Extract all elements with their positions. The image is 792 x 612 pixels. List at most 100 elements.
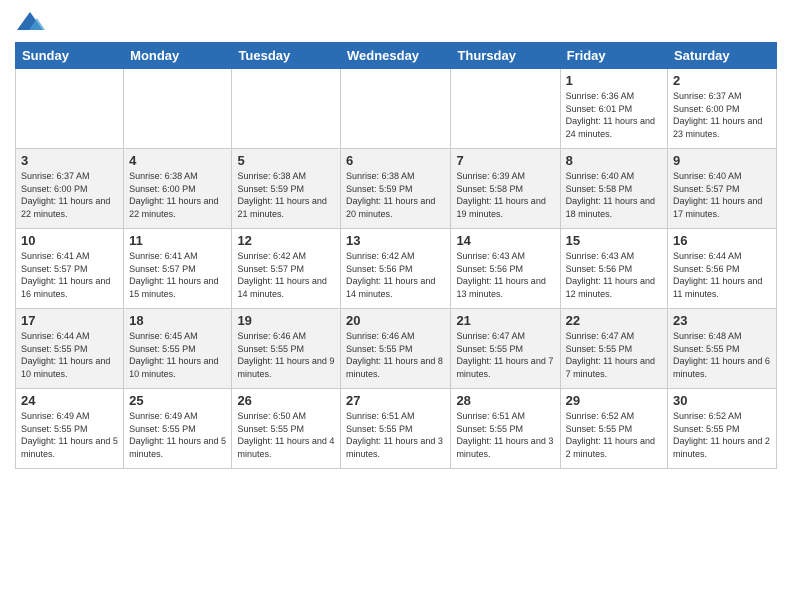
day-info: Sunrise: 6:45 AM Sunset: 5:55 PM Dayligh…	[129, 330, 226, 380]
calendar-cell: 24 Sunrise: 6:49 AM Sunset: 5:55 PM Dayli…	[16, 389, 124, 469]
calendar-cell: 27 Sunrise: 6:51 AM Sunset: 5:55 PM Dayli…	[341, 389, 451, 469]
day-info: Sunrise: 6:38 AM Sunset: 6:00 PM Dayligh…	[129, 170, 226, 220]
day-number: 30	[673, 393, 771, 408]
calendar-header-row: SundayMondayTuesdayWednesdayThursdayFrid…	[16, 43, 777, 69]
calendar-cell: 7 Sunrise: 6:39 AM Sunset: 5:58 PM Daylig…	[451, 149, 560, 229]
calendar-cell: 26 Sunrise: 6:50 AM Sunset: 5:55 PM Dayli…	[232, 389, 341, 469]
day-of-week-header: Friday	[560, 43, 667, 69]
day-number: 5	[237, 153, 335, 168]
day-number: 24	[21, 393, 118, 408]
day-info: Sunrise: 6:49 AM Sunset: 5:55 PM Dayligh…	[129, 410, 226, 460]
day-number: 9	[673, 153, 771, 168]
calendar-cell: 11 Sunrise: 6:41 AM Sunset: 5:57 PM Dayli…	[124, 229, 232, 309]
day-of-week-header: Sunday	[16, 43, 124, 69]
day-info: Sunrise: 6:50 AM Sunset: 5:55 PM Dayligh…	[237, 410, 335, 460]
day-of-week-header: Monday	[124, 43, 232, 69]
day-number: 23	[673, 313, 771, 328]
calendar-week-row: 17 Sunrise: 6:44 AM Sunset: 5:55 PM Dayli…	[16, 309, 777, 389]
day-number: 7	[456, 153, 554, 168]
day-info: Sunrise: 6:42 AM Sunset: 5:56 PM Dayligh…	[346, 250, 445, 300]
calendar-cell: 8 Sunrise: 6:40 AM Sunset: 5:58 PM Daylig…	[560, 149, 667, 229]
day-number: 6	[346, 153, 445, 168]
day-number: 10	[21, 233, 118, 248]
day-info: Sunrise: 6:52 AM Sunset: 5:55 PM Dayligh…	[673, 410, 771, 460]
calendar-cell: 28 Sunrise: 6:51 AM Sunset: 5:55 PM Dayli…	[451, 389, 560, 469]
calendar-cell: 22 Sunrise: 6:47 AM Sunset: 5:55 PM Dayli…	[560, 309, 667, 389]
day-number: 22	[566, 313, 662, 328]
day-info: Sunrise: 6:46 AM Sunset: 5:55 PM Dayligh…	[237, 330, 335, 380]
day-info: Sunrise: 6:52 AM Sunset: 5:55 PM Dayligh…	[566, 410, 662, 460]
day-info: Sunrise: 6:36 AM Sunset: 6:01 PM Dayligh…	[566, 90, 662, 140]
calendar-cell	[232, 69, 341, 149]
calendar-week-row: 24 Sunrise: 6:49 AM Sunset: 5:55 PM Dayli…	[16, 389, 777, 469]
calendar-week-row: 3Sunrise: 6:37 AM Sunset: 6:00 PM Daylig…	[16, 149, 777, 229]
calendar-week-row: 1 Sunrise: 6:36 AM Sunset: 6:01 PM Daylig…	[16, 69, 777, 149]
calendar-cell: 30 Sunrise: 6:52 AM Sunset: 5:55 PM Dayli…	[668, 389, 777, 469]
calendar-cell	[451, 69, 560, 149]
day-of-week-header: Wednesday	[341, 43, 451, 69]
calendar-cell: 20Sunrise: 6:46 AM Sunset: 5:55 PM Dayli…	[341, 309, 451, 389]
day-info: Sunrise: 6:39 AM Sunset: 5:58 PM Dayligh…	[456, 170, 554, 220]
day-number: 14	[456, 233, 554, 248]
day-info: Sunrise: 6:48 AM Sunset: 5:55 PM Dayligh…	[673, 330, 771, 380]
calendar-cell: 14 Sunrise: 6:43 AM Sunset: 5:56 PM Dayli…	[451, 229, 560, 309]
day-number: 3	[21, 153, 118, 168]
day-info: Sunrise: 6:43 AM Sunset: 5:56 PM Dayligh…	[456, 250, 554, 300]
day-info: Sunrise: 6:49 AM Sunset: 5:55 PM Dayligh…	[21, 410, 118, 460]
day-number: 4	[129, 153, 226, 168]
day-info: Sunrise: 6:47 AM Sunset: 5:55 PM Dayligh…	[566, 330, 662, 380]
day-of-week-header: Thursday	[451, 43, 560, 69]
day-number: 25	[129, 393, 226, 408]
day-number: 12	[237, 233, 335, 248]
day-info: Sunrise: 6:44 AM Sunset: 5:56 PM Dayligh…	[673, 250, 771, 300]
day-number: 8	[566, 153, 662, 168]
calendar-cell: 6Sunrise: 6:38 AM Sunset: 5:59 PM Daylig…	[341, 149, 451, 229]
calendar-cell: 15Sunrise: 6:43 AM Sunset: 5:56 PM Dayli…	[560, 229, 667, 309]
day-of-week-header: Saturday	[668, 43, 777, 69]
day-number: 21	[456, 313, 554, 328]
calendar-cell: 18 Sunrise: 6:45 AM Sunset: 5:55 PM Dayli…	[124, 309, 232, 389]
day-info: Sunrise: 6:51 AM Sunset: 5:55 PM Dayligh…	[346, 410, 445, 460]
day-info: Sunrise: 6:42 AM Sunset: 5:57 PM Dayligh…	[237, 250, 335, 300]
day-info: Sunrise: 6:47 AM Sunset: 5:55 PM Dayligh…	[456, 330, 554, 380]
day-number: 16	[673, 233, 771, 248]
calendar-table: SundayMondayTuesdayWednesdayThursdayFrid…	[15, 42, 777, 469]
calendar-cell: 1 Sunrise: 6:36 AM Sunset: 6:01 PM Daylig…	[560, 69, 667, 149]
day-info: Sunrise: 6:41 AM Sunset: 5:57 PM Dayligh…	[21, 250, 118, 300]
calendar-cell: 12 Sunrise: 6:42 AM Sunset: 5:57 PM Dayli…	[232, 229, 341, 309]
day-number: 1	[566, 73, 662, 88]
calendar-week-row: 10 Sunrise: 6:41 AM Sunset: 5:57 PM Dayli…	[16, 229, 777, 309]
calendar-cell: 4 Sunrise: 6:38 AM Sunset: 6:00 PM Daylig…	[124, 149, 232, 229]
calendar-cell	[16, 69, 124, 149]
day-of-week-header: Tuesday	[232, 43, 341, 69]
day-number: 27	[346, 393, 445, 408]
day-number: 29	[566, 393, 662, 408]
day-number: 13	[346, 233, 445, 248]
day-info: Sunrise: 6:37 AM Sunset: 6:00 PM Dayligh…	[673, 90, 771, 140]
day-number: 11	[129, 233, 226, 248]
day-number: 17	[21, 313, 118, 328]
day-number: 2	[673, 73, 771, 88]
day-info: Sunrise: 6:44 AM Sunset: 5:55 PM Dayligh…	[21, 330, 118, 380]
calendar-cell: 9Sunrise: 6:40 AM Sunset: 5:57 PM Daylig…	[668, 149, 777, 229]
calendar-cell: 29 Sunrise: 6:52 AM Sunset: 5:55 PM Dayli…	[560, 389, 667, 469]
calendar-cell: 17 Sunrise: 6:44 AM Sunset: 5:55 PM Dayli…	[16, 309, 124, 389]
day-info: Sunrise: 6:40 AM Sunset: 5:58 PM Dayligh…	[566, 170, 662, 220]
day-number: 28	[456, 393, 554, 408]
logo-icon	[15, 10, 45, 34]
day-info: Sunrise: 6:41 AM Sunset: 5:57 PM Dayligh…	[129, 250, 226, 300]
calendar-cell: 5 Sunrise: 6:38 AM Sunset: 5:59 PM Daylig…	[232, 149, 341, 229]
day-number: 18	[129, 313, 226, 328]
calendar-cell: 2 Sunrise: 6:37 AM Sunset: 6:00 PM Daylig…	[668, 69, 777, 149]
calendar-cell: 3Sunrise: 6:37 AM Sunset: 6:00 PM Daylig…	[16, 149, 124, 229]
calendar-cell: 16 Sunrise: 6:44 AM Sunset: 5:56 PM Dayli…	[668, 229, 777, 309]
calendar-cell: 19Sunrise: 6:46 AM Sunset: 5:55 PM Dayli…	[232, 309, 341, 389]
calendar-cell	[124, 69, 232, 149]
day-number: 20	[346, 313, 445, 328]
page-header	[15, 10, 777, 34]
calendar-cell: 13 Sunrise: 6:42 AM Sunset: 5:56 PM Dayli…	[341, 229, 451, 309]
day-number: 26	[237, 393, 335, 408]
day-info: Sunrise: 6:38 AM Sunset: 5:59 PM Dayligh…	[237, 170, 335, 220]
day-info: Sunrise: 6:51 AM Sunset: 5:55 PM Dayligh…	[456, 410, 554, 460]
calendar-cell: 21 Sunrise: 6:47 AM Sunset: 5:55 PM Dayli…	[451, 309, 560, 389]
